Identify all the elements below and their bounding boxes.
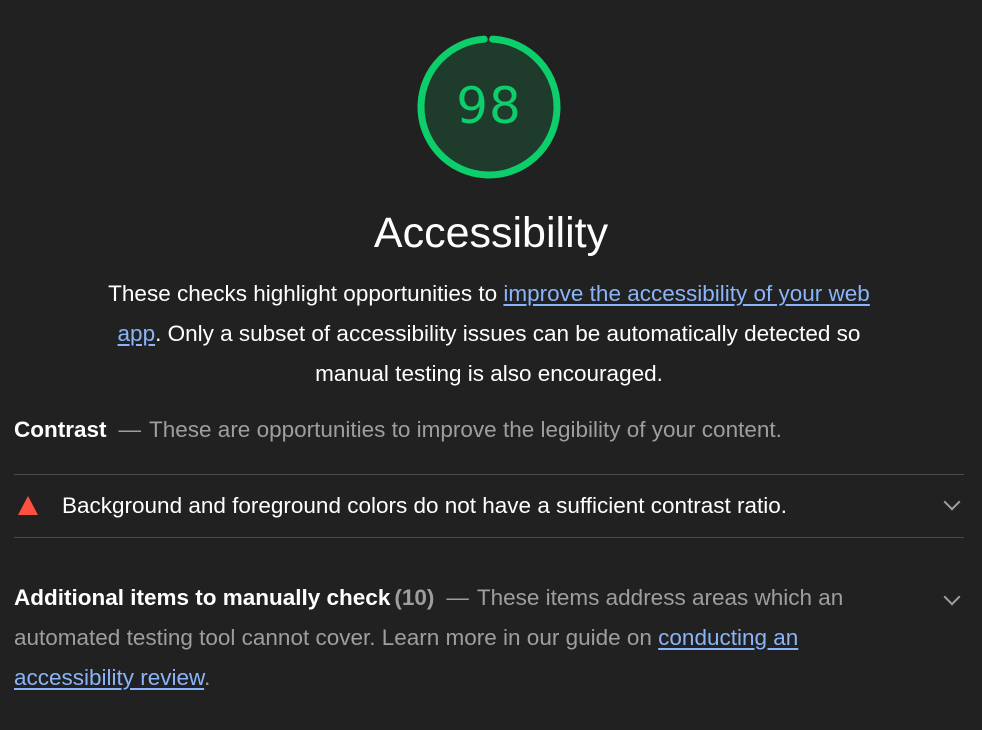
audit-title: Background and foreground colors do not … xyxy=(62,493,788,518)
score-value: 98 xyxy=(456,77,522,135)
contrast-group-description: These are opportunities to improve the l… xyxy=(149,417,782,442)
category-description: These checks highlight opportunities to … xyxy=(86,274,892,394)
fail-triangle-icon xyxy=(18,496,38,515)
contrast-group-header: Contrast — These are opportunities to impr… xyxy=(14,411,964,449)
divider xyxy=(14,537,964,538)
manual-check-group[interactable]: Additional items to manually check (10) — T… xyxy=(14,578,924,698)
manual-items-count: (10) xyxy=(394,585,435,610)
group-separator: — xyxy=(118,417,142,442)
description-text-after: . Only a subset of accessibility issues … xyxy=(155,321,861,386)
manual-description-after: . xyxy=(204,665,211,690)
category-title: Accessibility xyxy=(373,209,609,257)
score-gauge: 98 xyxy=(415,33,563,181)
chevron-down-icon[interactable] xyxy=(943,493,961,511)
group-separator: — xyxy=(446,585,469,610)
manual-group-title: Additional items to manually check xyxy=(14,585,391,610)
description-text-before: These checks highlight opportunities to xyxy=(108,281,504,306)
chevron-down-icon[interactable] xyxy=(943,588,961,606)
audit-color-contrast[interactable]: Background and foreground colors do not … xyxy=(14,475,964,537)
contrast-group-title: Contrast xyxy=(14,417,107,442)
